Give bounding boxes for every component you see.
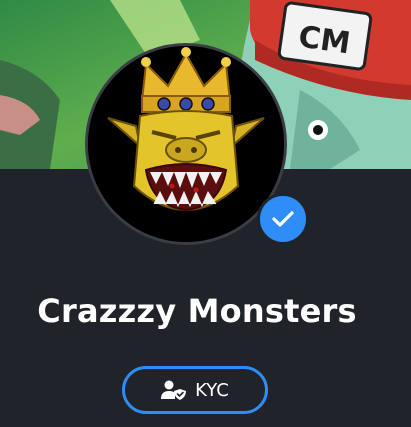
checkmark-icon <box>272 211 294 227</box>
cap-label: CM <box>296 20 352 62</box>
kyc-button[interactable]: KYC <box>122 366 268 414</box>
user-shield-icon <box>161 380 187 400</box>
profile-name: Crazzzy Monsters <box>37 292 357 330</box>
verified-badge <box>257 193 309 245</box>
kyc-button-label: KYC <box>195 379 229 401</box>
